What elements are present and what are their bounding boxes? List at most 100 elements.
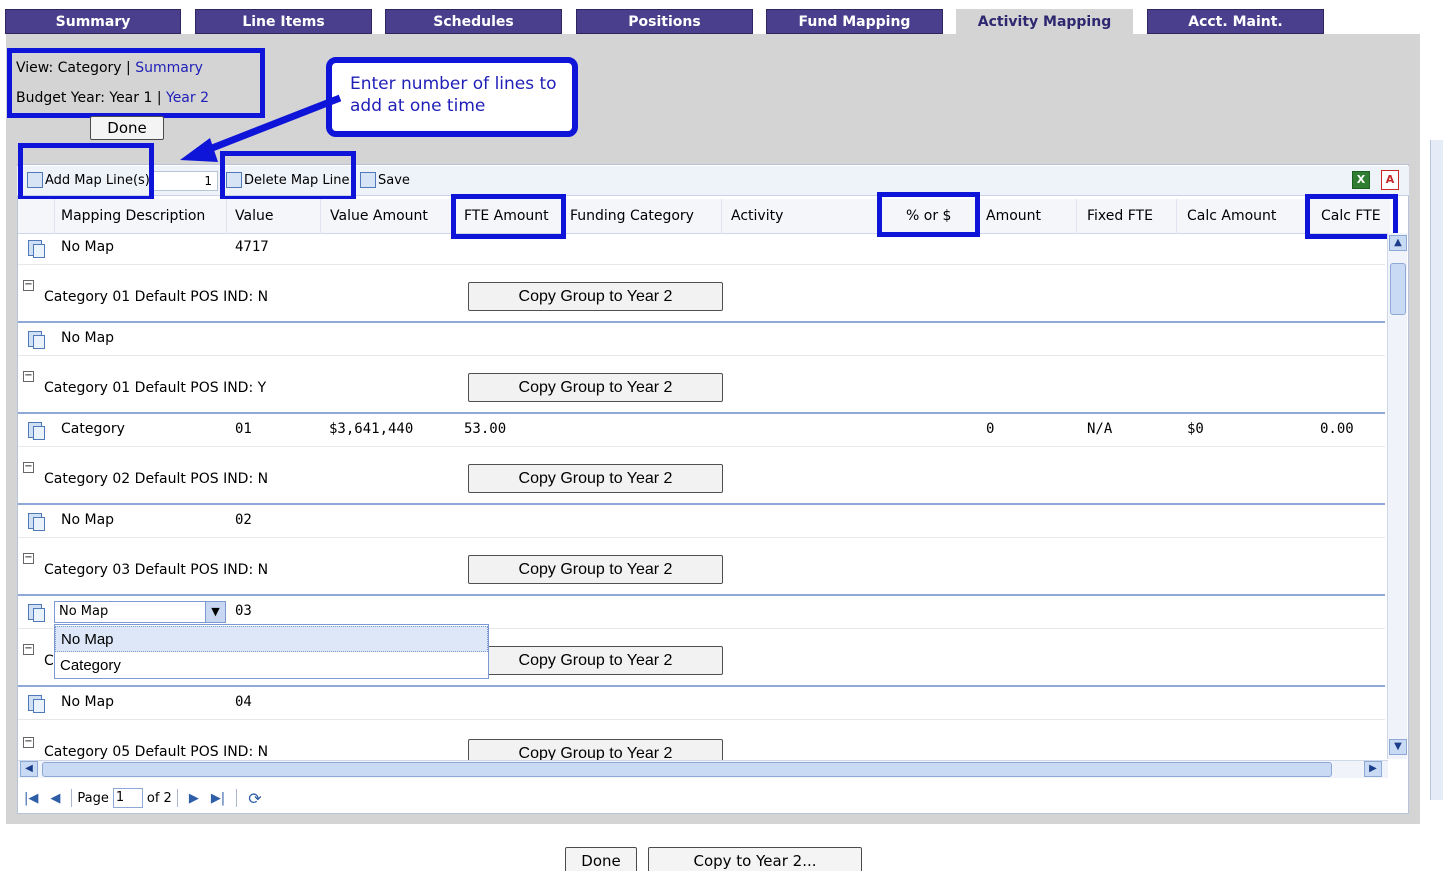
row-description: No Map	[61, 330, 115, 346]
copy-group-button[interactable]: Copy Group to Year 2	[468, 464, 723, 493]
col-sep	[1076, 199, 1077, 234]
lines-count-input[interactable]: 1	[152, 171, 218, 191]
previous-page-icon[interactable]: ◀	[50, 791, 60, 806]
refresh-icon[interactable]: ⟳	[248, 789, 261, 808]
done-button[interactable]: Done	[565, 847, 637, 871]
col-amount[interactable]: Amount	[986, 208, 1041, 224]
group-label: Category 03 Default POS IND: N	[44, 562, 269, 578]
first-page-icon[interactable]: |◀	[24, 791, 38, 806]
fte-amount-highlight	[451, 194, 566, 239]
vertical-scroll-thumb[interactable]	[1390, 263, 1406, 315]
col-activity[interactable]: Activity	[731, 208, 783, 224]
collapse-icon[interactable]: −	[23, 462, 34, 473]
collapse-icon[interactable]: −	[23, 553, 34, 564]
calc-fte-highlight	[1305, 194, 1398, 239]
tab-line-items[interactable]: Line Items	[195, 9, 372, 34]
next-page-icon[interactable]: ▶	[189, 791, 199, 806]
view-sep: |	[126, 60, 131, 76]
horizontal-scrollbar[interactable]: ◀ ▶	[18, 760, 1388, 778]
row-fixed-fte: N/A	[1087, 421, 1113, 437]
collapse-icon[interactable]: −	[23, 644, 34, 655]
scroll-right-icon[interactable]: ▶	[1364, 761, 1382, 777]
document-icon	[28, 240, 45, 258]
callout-tooltip: Enter number of lines to add at one time	[326, 57, 578, 137]
col-funding-category[interactable]: Funding Category	[570, 208, 694, 224]
copy-group-button[interactable]: Copy Group to Year 2	[468, 555, 723, 584]
table-row[interactable]: No Map 02	[18, 505, 1385, 538]
row-fte-amount: 53.00	[464, 421, 507, 437]
tab-fund-mapping[interactable]: Fund Mapping	[766, 9, 943, 34]
table-row[interactable]: No Map 04	[18, 687, 1385, 720]
view-selector: View: Category | Summary	[16, 60, 203, 76]
copy-to-year-2-button[interactable]: Copy to Year 2...	[648, 847, 862, 871]
document-icon	[28, 695, 45, 713]
col-calc-amount[interactable]: Calc Amount	[1187, 208, 1276, 224]
dropdown-option-no-map[interactable]: No Map	[55, 626, 488, 652]
collapse-icon[interactable]: −	[23, 371, 34, 382]
col-sep	[1176, 199, 1177, 234]
group-row[interactable]: − Category 02 Default POS IND: N Copy Gr…	[18, 447, 1385, 505]
copy-group-button[interactable]: Copy Group to Year 2	[468, 373, 723, 402]
budget-year-label: Budget Year:	[16, 90, 105, 106]
tab-schedules[interactable]: Schedules	[385, 9, 562, 34]
group-row[interactable]: − Category 01 Default POS IND: Y Copy Gr…	[18, 356, 1385, 414]
col-sep	[226, 199, 227, 234]
group-label: Category 05 Default POS IND: N	[44, 744, 269, 760]
row-calc-fte: 0.00	[1320, 421, 1354, 437]
tab-activity-mapping[interactable]: Activity Mapping	[956, 9, 1133, 34]
document-icon	[28, 331, 45, 349]
save-button[interactable]: Save	[360, 172, 410, 188]
dropdown-option-category[interactable]: Category	[55, 653, 488, 679]
scroll-left-icon[interactable]: ◀	[20, 761, 38, 777]
col-fixed-fte[interactable]: Fixed FTE	[1087, 208, 1153, 224]
tab-summary[interactable]: Summary	[5, 9, 181, 34]
table-row[interactable]: No Map 4717	[18, 234, 1385, 265]
row-description: No Map	[61, 694, 115, 710]
page-number-input[interactable]: 1	[112, 788, 143, 808]
budget-year-current: Year 1	[109, 90, 153, 106]
pager-divider	[176, 789, 178, 807]
group-row[interactable]: − Category 05 Default POS IND: N Copy Gr…	[18, 720, 1385, 760]
col-sep	[320, 199, 321, 234]
row-value-amount: $3,641,440	[329, 421, 414, 437]
save-icon	[360, 172, 376, 188]
group-row[interactable]: − Category 03 Default POS IND: N Copy Gr…	[18, 538, 1385, 596]
view-summary-link[interactable]: Summary	[135, 60, 203, 76]
table-row[interactable]: Category 01 $3,641,440 53.00 0 N/A $0 0.…	[18, 414, 1385, 447]
horizontal-scroll-thumb[interactable]	[42, 762, 1332, 777]
page-scroll-strip[interactable]	[1430, 140, 1443, 800]
vertical-scrollbar[interactable]: ▲ ▼	[1387, 233, 1407, 759]
excel-export-icon[interactable]: X	[1352, 171, 1370, 189]
select-value: No Map	[59, 604, 109, 619]
chevron-down-icon[interactable]: ▼	[205, 602, 225, 622]
col-mapping-description[interactable]: Mapping Description	[61, 208, 205, 224]
mapping-type-select[interactable]: No Map ▼	[54, 601, 226, 623]
copy-group-button[interactable]: Copy Group to Year 2	[468, 739, 723, 760]
col-value-amount[interactable]: Value Amount	[330, 208, 428, 224]
table-row[interactable]: No Map	[18, 323, 1385, 356]
tab-positions[interactable]: Positions	[576, 9, 753, 34]
pagination-bar: |◀ ◀ Page 1 of 2 ▶ ▶| ⟳	[18, 784, 1398, 812]
collapse-icon[interactable]: −	[23, 737, 34, 748]
view-current: Category	[57, 60, 122, 76]
pdf-export-icon[interactable]: A	[1381, 170, 1399, 190]
delete-line-highlight	[220, 151, 356, 201]
page-label: Page	[77, 790, 109, 806]
copy-group-button[interactable]: Copy Group to Year 2	[468, 282, 723, 311]
collapse-icon[interactable]: −	[23, 280, 34, 291]
scroll-down-icon[interactable]: ▼	[1389, 739, 1407, 755]
row-value: 4717	[235, 239, 269, 255]
copy-group-button[interactable]: Copy Group to Year 2	[468, 646, 723, 675]
group-label: Category 02 Default POS IND: N	[44, 471, 269, 487]
grid-header: Mapping Description Value Value Amount F…	[18, 199, 1390, 234]
tab-acct-maint[interactable]: Acct. Maint.	[1147, 9, 1324, 34]
col-value[interactable]: Value	[235, 208, 273, 224]
document-icon	[28, 604, 45, 622]
tab-bar: Summary Line Items Schedules Positions F…	[0, 0, 1443, 34]
row-value: 02	[235, 512, 252, 528]
row-description: No Map	[61, 239, 115, 255]
group-row[interactable]: − Category 01 Default POS IND: N Copy Gr…	[18, 265, 1385, 323]
last-page-icon[interactable]: ▶|	[211, 791, 225, 806]
row-description: Category	[61, 421, 125, 437]
scroll-up-icon[interactable]: ▲	[1389, 235, 1407, 251]
